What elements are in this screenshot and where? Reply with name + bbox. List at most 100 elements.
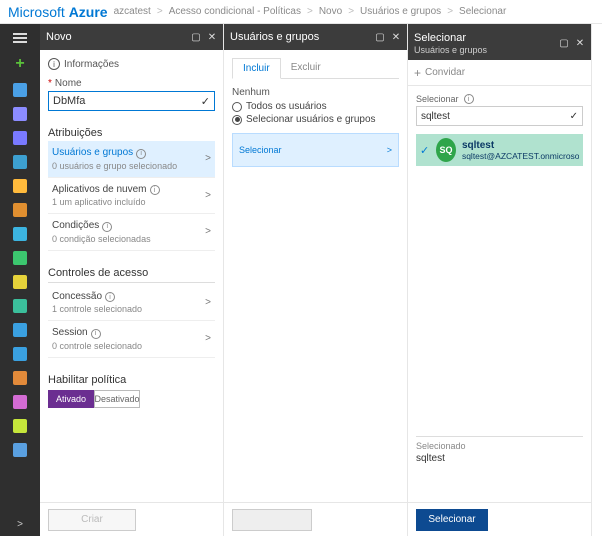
nav-rail: + >: [0, 24, 40, 536]
result-name: sqltest: [462, 140, 579, 151]
rail-hex-icon[interactable]: [0, 438, 40, 462]
blade-users: Usuários e grupos ▢ ✕ Incluir Excluir Ne…: [224, 24, 408, 536]
ring-icon: [13, 419, 27, 433]
swap-icon: [13, 299, 27, 313]
result-email: sqltest@AZCATEST.onmicrosoft.com: [462, 151, 579, 161]
tab-exclude[interactable]: Excluir: [281, 58, 331, 78]
close-icon[interactable]: ✕: [207, 32, 217, 42]
dot-icon: [13, 395, 27, 409]
select-button[interactable]: Selecionar: [416, 509, 488, 531]
restore-icon[interactable]: ▢: [191, 32, 201, 42]
avatar: SQ: [436, 138, 456, 162]
chevron-right-icon: >: [205, 226, 211, 237]
crumb-0[interactable]: azcatest: [114, 6, 151, 17]
tab-include[interactable]: Incluir: [232, 58, 281, 79]
globe-icon: [13, 155, 27, 169]
people-icon: [13, 323, 27, 337]
rail-ring-icon[interactable]: [0, 414, 40, 438]
radio-select-users[interactable]: Selecionar usuários e grupos: [232, 114, 399, 125]
restore-icon[interactable]: ▢: [559, 38, 569, 48]
toggle-on[interactable]: Ativado: [48, 390, 94, 408]
crumb-2[interactable]: Novo: [319, 6, 342, 17]
rail-people-icon[interactable]: [0, 318, 40, 342]
toggle-off[interactable]: Desativado: [94, 390, 140, 408]
sheet-icon: [13, 275, 27, 289]
close-icon[interactable]: ✕: [575, 38, 585, 48]
access-item-1[interactable]: Sessioni0 controle selecionado>: [48, 321, 215, 358]
name-label: *Nome: [48, 78, 215, 89]
done-button[interactable]: [232, 509, 312, 531]
rail-swap-icon[interactable]: [0, 294, 40, 318]
blade-users-header: Usuários e grupos ▢ ✕: [224, 24, 407, 50]
access-item-0[interactable]: Concessãoi1 controle selecionado>: [48, 285, 215, 322]
hamburger-icon: [13, 33, 27, 43]
rail-cloud-icon[interactable]: [0, 222, 40, 246]
select-users-card[interactable]: Selecionar >: [232, 133, 399, 167]
rail-shield-icon[interactable]: [0, 366, 40, 390]
none-label: Nenhum: [232, 87, 399, 98]
rail-sheet-icon[interactable]: [0, 270, 40, 294]
crumb-sep: >: [447, 6, 453, 17]
rail-grid-icon[interactable]: [0, 102, 40, 126]
rail-monitor-icon[interactable]: [0, 342, 40, 366]
chevron-right-icon: >: [387, 145, 392, 155]
rail-plus-icon[interactable]: [0, 246, 40, 270]
restore-icon[interactable]: ▢: [375, 32, 385, 42]
plus-icon: [13, 251, 27, 265]
crumb-4[interactable]: Selecionar: [459, 6, 506, 17]
resource-icon: [13, 131, 27, 145]
help-icon[interactable]: i: [464, 94, 474, 104]
expand-rail[interactable]: >: [0, 512, 40, 536]
rail-globe-icon[interactable]: [0, 150, 40, 174]
rail-db-icon[interactable]: [0, 198, 40, 222]
blade-novo-header: Novo ▢ ✕: [40, 24, 223, 50]
assignments-item-0[interactable]: Usuários e gruposi0 usuários e grupo sel…: [48, 141, 215, 178]
close-icon[interactable]: ✕: [391, 32, 401, 42]
blade-select-header: Selecionar Usuários e grupos ▢ ✕: [408, 24, 591, 60]
create-button[interactable]: Criar: [48, 509, 136, 531]
crumb-sep: >: [348, 6, 354, 17]
info-icon: i: [48, 58, 60, 70]
invite-label: Convidar: [425, 67, 465, 78]
help-icon[interactable]: i: [91, 329, 101, 339]
chevron-right-icon: >: [205, 297, 211, 308]
rail-dot-icon[interactable]: [0, 390, 40, 414]
rail-apps-icon[interactable]: [0, 78, 40, 102]
info-row[interactable]: i Informações: [48, 58, 215, 70]
blade-select-title: Selecionar: [414, 32, 559, 44]
crumb-3[interactable]: Usuários e grupos: [360, 6, 441, 17]
help-icon[interactable]: i: [150, 185, 160, 195]
chevron-right-icon: >: [205, 153, 211, 164]
invite-bar[interactable]: + Convidar: [408, 60, 591, 86]
selected-label: Selecionado: [416, 441, 583, 451]
checkmark-icon: ✓: [420, 144, 430, 156]
crumb-1[interactable]: Acesso condicional - Políticas: [169, 6, 301, 17]
menu-toggle[interactable]: [0, 26, 40, 50]
search-value: sqltest: [421, 111, 450, 122]
radio-all-users[interactable]: Todos os usuários: [232, 101, 399, 112]
search-input[interactable]: sqltest ✓: [416, 106, 583, 126]
blade-novo-body: i Informações *Nome DbMfa ✓ Atribuições …: [40, 50, 223, 502]
hex-icon: [13, 443, 27, 457]
blade-users-title: Usuários e grupos: [230, 31, 375, 43]
new-resource-button[interactable]: +: [0, 50, 40, 78]
top-header: Microsoft Azure azcatest > Acesso condic…: [0, 0, 602, 24]
assignments-title: Atribuições: [48, 127, 215, 139]
name-input[interactable]: DbMfa ✓: [48, 91, 215, 111]
rail-bolt-icon[interactable]: [0, 174, 40, 198]
chevron-right-icon: >: [205, 190, 211, 201]
enable-toggle[interactable]: Ativado Desativado: [48, 390, 215, 408]
assignments-item-1[interactable]: Aplicativos de nuvemi1 um aplicativo inc…: [48, 178, 215, 215]
crumb-sep: >: [307, 6, 313, 17]
help-icon[interactable]: i: [136, 149, 146, 159]
brand[interactable]: Microsoft Azure: [8, 4, 108, 20]
assignments-item-2[interactable]: Condiçõesi0 condição selecionadas>: [48, 214, 215, 251]
cloud-icon: [13, 227, 27, 241]
blade-users-body: Incluir Excluir Nenhum Todos os usuários…: [224, 50, 407, 502]
help-icon[interactable]: i: [105, 292, 115, 302]
rail-resource-icon[interactable]: [0, 126, 40, 150]
help-icon[interactable]: i: [102, 222, 112, 232]
blade-select-footer: Selecionar: [408, 502, 591, 536]
selected-summary: Selecionado sqltest: [416, 436, 583, 464]
result-row[interactable]: ✓ SQ sqltest sqltest@AZCATEST.onmicrosof…: [416, 134, 583, 166]
